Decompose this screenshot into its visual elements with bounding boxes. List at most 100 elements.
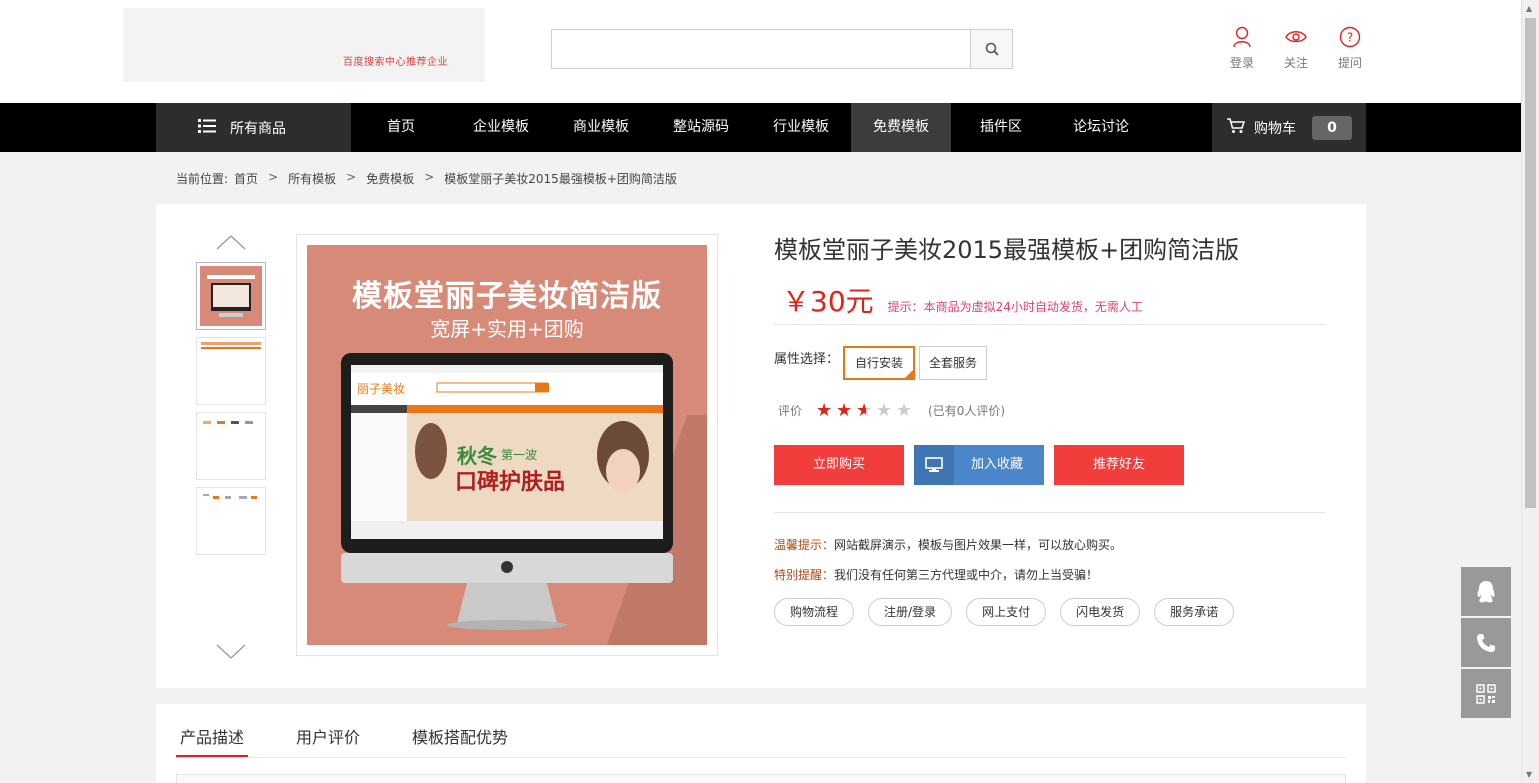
product-title: 模板堂丽子美妆2015最强模板+团购简洁版 (774, 236, 1240, 264)
price-row: ￥30元 提示：本商品为虚拟24小时自动发货，无需人工 (782, 280, 1143, 320)
breadcrumb-separator: > (424, 170, 435, 184)
eye-icon (1269, 26, 1323, 50)
thumbnail-image (203, 421, 253, 424)
question-icon: ? (1323, 26, 1377, 50)
site-logo[interactable]: 百度搜索中心推荐企业 (123, 8, 485, 82)
service-links: 购物流程 注册/登录 网上支付 闪电发货 服务承诺 (774, 598, 1248, 626)
pill-fast-delivery[interactable]: 闪电发货 (1060, 598, 1141, 626)
floating-contact-bar (1461, 567, 1511, 720)
search-button[interactable] (970, 30, 1012, 68)
login-link[interactable]: 登录 (1215, 26, 1269, 71)
rating-count: (已有0人评价) (928, 404, 1006, 418)
breadcrumb-free-templates[interactable]: 免费模板 (366, 170, 414, 187)
follow-label: 关注 (1283, 56, 1308, 70)
star-icon: ★ (876, 400, 893, 421)
thumb-scroll-up-button[interactable] (216, 234, 246, 250)
nav-item-forum[interactable]: 论坛讨论 (1051, 103, 1151, 152)
delivery-tip: 提示：本商品为虚拟24小时自动发货，无需人工 (887, 300, 1143, 314)
thumbnail-image (201, 342, 261, 349)
scroll-up-icon[interactable]: ▲ (1526, 4, 1532, 13)
half-star-icon: ★ (856, 400, 876, 421)
tab-divider (176, 757, 1346, 758)
product-thumbnail[interactable] (196, 262, 266, 330)
attribute-option-self-install[interactable]: 自行安装 (843, 346, 916, 380)
cart-icon (1226, 117, 1246, 138)
breadcrumb-home[interactable]: 首页 (234, 170, 258, 187)
thumbnail-image (200, 266, 262, 326)
follow-link[interactable]: 关注 (1269, 26, 1323, 71)
attribute-label: 属性选择： (774, 351, 840, 367)
ask-link[interactable]: ? 提问 (1323, 26, 1377, 71)
nav-item-business[interactable]: 商业模板 (551, 103, 651, 152)
cart-count-badge: 0 (1312, 115, 1352, 140)
pill-online-payment[interactable]: 网上支付 (966, 598, 1047, 626)
svg-text:?: ? (1347, 31, 1353, 45)
recommend-friend-button[interactable]: 推荐好友 (1054, 445, 1184, 485)
nav-item-enterprise[interactable]: 企业模板 (451, 103, 551, 152)
user-links: 登录 关注 ? 提问 (1215, 26, 1377, 71)
qq-icon (1477, 580, 1495, 602)
svg-text:第一波: 第一波 (501, 448, 537, 462)
rating-label: 评价 (778, 404, 803, 418)
divider (774, 512, 1326, 513)
pill-purchase-process[interactable]: 购物流程 (774, 598, 855, 626)
site-header: 百度搜索中心推荐企业 登录 关注 ? 提问 (0, 0, 1521, 103)
buy-now-button[interactable]: 立即购买 (774, 445, 904, 485)
product-info: 模板堂丽子美妆2015最强模板+团购简洁版 ￥30元 提示：本商品为虚拟24小时… (774, 230, 1326, 626)
breadcrumb-all-templates[interactable]: 所有模板 (288, 170, 336, 187)
star-icon: ★ (896, 400, 913, 421)
phone-icon (1477, 633, 1495, 652)
main-product-image[interactable]: 模板堂丽子美妆简洁版 宽屏+实用+团购 丽子美妆 秋冬 第一波 口碑护肤品 (307, 245, 707, 645)
page-scrollbar[interactable]: ▲ ▼ (1521, 0, 1539, 783)
nav-item-free[interactable]: 免费模板 (851, 103, 951, 152)
warm-tip-key: 温馨提示： (774, 538, 835, 552)
attribute-selector: 属性选择： 自行安装 全套服务 (774, 346, 991, 380)
warm-tip: 温馨提示：网站截屏演示，模板与图片效果一样，可以放心购买。 (774, 536, 1122, 553)
warm-tip-text: 网站截屏演示，模板与图片效果一样，可以放心购买。 (834, 538, 1123, 552)
nav-item-home[interactable]: 首页 (351, 103, 451, 152)
scroll-down-icon[interactable]: ▼ (1526, 770, 1532, 779)
star-icon: ★ (836, 400, 853, 421)
nav-items: 首页 企业模板 商业模板 整站源码 行业模板 免费模板 插件区 论坛讨论 (351, 103, 1151, 152)
action-buttons: 立即购买 加入收藏 推荐好友 (774, 445, 1194, 485)
search-input[interactable] (552, 30, 971, 68)
all-goods-label: 所有商品 (230, 120, 286, 137)
product-thumbnail[interactable] (196, 337, 266, 405)
qrcode-button[interactable] (1461, 669, 1511, 718)
nav-item-industry[interactable]: 行业模板 (751, 103, 851, 152)
tab-content (176, 774, 1346, 783)
product-thumbnail[interactable] (196, 487, 266, 555)
tab-template-advantages[interactable]: 模板搭配优势 (408, 724, 512, 758)
qrcode-icon (1476, 683, 1496, 704)
user-icon (1215, 26, 1269, 50)
add-favorite-button[interactable]: 加入收藏 (914, 445, 1044, 485)
pill-register-login[interactable]: 注册/登录 (868, 598, 953, 626)
product-thumbnail[interactable] (196, 412, 266, 480)
chevron-up-icon (216, 235, 246, 250)
special-reminder-text: 我们没有任何第三方代理或中介，请勿上当受骗！ (834, 568, 1099, 582)
phone-button[interactable] (1461, 618, 1511, 667)
scroll-thumb[interactable] (1525, 18, 1536, 508)
ask-label: 提问 (1337, 56, 1362, 70)
breadcrumb-current: 模板堂丽子美妆2015最强模板+团购简洁版 (444, 172, 677, 186)
tab-user-reviews[interactable]: 用户评价 (292, 724, 364, 758)
nav-item-source[interactable]: 整站源码 (651, 103, 751, 152)
breadcrumb-prefix: 当前位置: (176, 172, 229, 186)
thumb-scroll-down-button[interactable] (216, 644, 246, 660)
breadcrumb: 当前位置: 首页 > 所有模板 > 免费模板 > 模板堂丽子美妆2015最强模板… (176, 170, 683, 187)
rating-row: 评价 ★ ★ ★ ★ ★ (已有0人评价) (778, 400, 1005, 421)
all-goods-menu[interactable]: 所有商品 (156, 103, 351, 152)
cart-button[interactable]: 购物车 0 (1212, 103, 1366, 152)
svg-text:口碑护肤品: 口碑护肤品 (455, 469, 565, 495)
logo-text: 百度搜索中心推荐企业 (343, 57, 448, 68)
cart-label: 购物车 (1254, 120, 1296, 137)
tab-bar: 产品描述 用户评价 模板搭配优势 (176, 724, 556, 758)
qq-chat-button[interactable] (1461, 567, 1511, 616)
tab-product-description[interactable]: 产品描述 (176, 724, 249, 758)
main-image-frame: 模板堂丽子美妆简洁版 宽屏+实用+团购 丽子美妆 秋冬 第一波 口碑护肤品 (296, 234, 718, 656)
svg-text:丽子美妆: 丽子美妆 (357, 382, 405, 396)
pill-service-promise[interactable]: 服务承诺 (1154, 598, 1235, 626)
breadcrumb-separator: > (268, 170, 279, 184)
nav-item-plugins[interactable]: 插件区 (951, 103, 1051, 152)
attribute-option-full-service[interactable]: 全套服务 (919, 346, 988, 380)
